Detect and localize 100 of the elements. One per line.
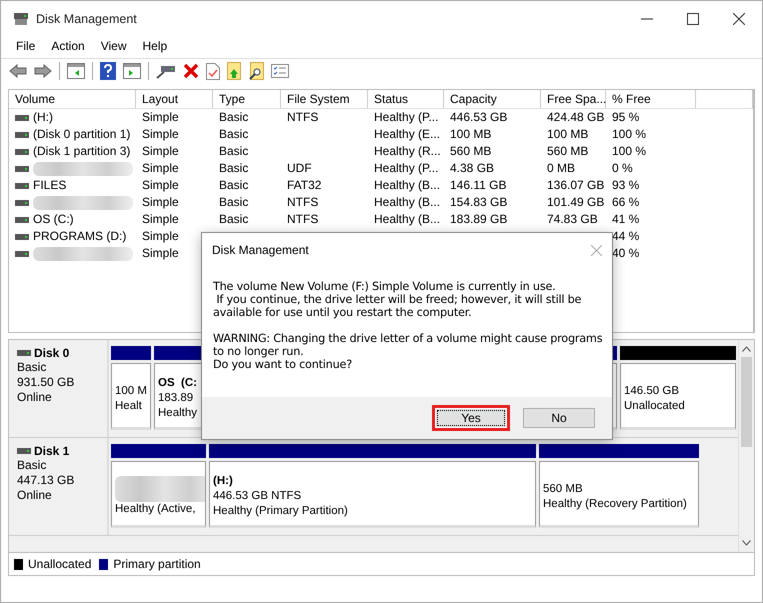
- table-cell: 424.48 GB: [547, 109, 604, 126]
- table-cell: Basic: [219, 211, 248, 228]
- dialog-title: Disk Management: [212, 243, 309, 257]
- disk-status: Online: [17, 390, 52, 405]
- table-cell: 66 %: [612, 194, 640, 211]
- menu-item[interactable]: Action: [43, 39, 93, 53]
- table-cell: NTFS: [287, 109, 318, 126]
- table-cell: 4.38 GB: [450, 160, 494, 177]
- drive-icon: [15, 182, 29, 188]
- drive-icon: [15, 148, 29, 154]
- partition-text: 146.50 GB: [624, 384, 679, 398]
- checklist-icon[interactable]: [271, 64, 289, 78]
- window-title: Disk Management: [36, 12, 137, 26]
- table-cell: Simple: [142, 126, 179, 143]
- scroll-down-icon[interactable]: [742, 540, 751, 546]
- table-cell: Basic: [219, 160, 248, 177]
- table-cell: FILES: [33, 177, 66, 194]
- table-cell: 93 %: [612, 177, 640, 194]
- help-icon[interactable]: [100, 62, 116, 80]
- close-icon[interactable]: [733, 13, 745, 25]
- table-cell: Healthy (P...: [374, 160, 438, 177]
- partition-text: 100 M: [115, 384, 147, 398]
- drive-icon: [15, 166, 29, 172]
- table-cell: 95 %: [612, 109, 640, 126]
- partition-header-bar: [111, 346, 151, 360]
- message-line: The volume New Volume (F:) Simple Volume is currently in use.: [213, 280, 556, 293]
- partition-text: OS (C:: [158, 376, 197, 391]
- table-cell: Simple: [142, 160, 179, 177]
- table-cell: NTFS: [287, 211, 318, 228]
- partition-text: Healthy (Recovery Partition): [543, 496, 687, 512]
- table-cell: Healthy (B...: [374, 194, 440, 211]
- disk-type: Basic: [17, 360, 46, 375]
- legend-label: Primary partition: [113, 557, 201, 571]
- forward-icon[interactable]: [34, 64, 52, 78]
- table-cell: Healthy (E...: [374, 126, 440, 143]
- table-cell: Healthy (B...: [374, 177, 440, 194]
- disk-type: Basic: [17, 458, 46, 473]
- table-cell: (Disk 1 partition 3): [33, 143, 130, 160]
- table-cell: Healthy (P...: [374, 109, 438, 126]
- dialog-button[interactable]: Yes: [435, 408, 507, 428]
- properties-icon[interactable]: [206, 62, 220, 80]
- folder-search-icon[interactable]: [248, 62, 264, 80]
- table-cell: 100 MB: [450, 126, 492, 143]
- table-cell: 0 %: [612, 160, 633, 177]
- action-pane-icon[interactable]: [123, 63, 141, 79]
- disk-size: 447.13 GB: [17, 473, 74, 488]
- table-cell: 100 %: [612, 143, 646, 160]
- table-cell: Simple: [142, 228, 179, 245]
- table-cell: 136.07 GB: [547, 177, 604, 194]
- scrollbar[interactable]: [738, 340, 754, 552]
- disk-name: Disk 1: [34, 444, 70, 458]
- message-line: available for use until you restart the computer.: [213, 306, 472, 319]
- legend-label: Unallocated: [28, 557, 92, 571]
- partition-text: Healthy (Active,: [115, 502, 196, 517]
- table-cell: 100 %: [612, 126, 646, 143]
- maximize-icon[interactable]: [687, 13, 699, 25]
- disk-status: Online: [17, 488, 52, 503]
- table-cell: 560 MB: [547, 143, 588, 160]
- table-cell: Basic: [219, 194, 248, 211]
- delete-icon[interactable]: [183, 63, 199, 79]
- table-cell: PROGRAMS (D:): [33, 228, 126, 245]
- menu-item[interactable]: View: [92, 39, 134, 53]
- partition-text: Healthy (Primary Partition): [213, 504, 348, 519]
- table-cell: 183.89 GB: [450, 211, 508, 228]
- table-cell: 101.49 GB: [547, 194, 604, 211]
- table-cell: Healthy (B...: [374, 211, 440, 228]
- drive-icon: [17, 448, 31, 454]
- disk-size: 931.50 GB: [17, 375, 74, 390]
- table-cell: Basic: [219, 109, 248, 126]
- table-cell: Basic: [219, 143, 248, 160]
- partition-text: 446.53 GB NTFS: [213, 489, 302, 504]
- table-cell: Simple: [142, 211, 179, 228]
- table-cell: OS (C:): [33, 211, 74, 228]
- table-cell: 446.53 GB: [450, 109, 508, 126]
- partition-text: Healthy: [158, 406, 197, 421]
- table-cell: 100 MB: [547, 126, 588, 143]
- message-line: Do you want to continue?: [213, 358, 352, 371]
- table-cell: Healthy (R...: [374, 143, 441, 160]
- partition-text: (H:): [213, 474, 233, 489]
- dialog-button[interactable]: No: [523, 408, 595, 428]
- table-cell: (Disk 0 partition 1): [33, 126, 130, 143]
- table-cell: Simple: [142, 109, 179, 126]
- table-cell: UDF: [287, 160, 312, 177]
- message-line: WARNING: Changing the drive letter of a volume might cause programs: [213, 332, 602, 345]
- message-line: to no longer run.: [213, 345, 304, 358]
- back-icon[interactable]: [9, 64, 27, 78]
- console-tree-icon[interactable]: [67, 63, 85, 79]
- drive-icon: [15, 132, 29, 138]
- message-line: If you continue, the drive letter will be freed; however, it will still be: [215, 293, 582, 306]
- partition-text: 560 MB: [543, 482, 583, 496]
- table-cell: Basic: [219, 177, 248, 194]
- table-cell: 44 %: [612, 228, 640, 245]
- table-cell: 0 MB: [547, 160, 576, 177]
- table-cell: (H:): [33, 109, 53, 126]
- scroll-up-icon[interactable]: [742, 346, 751, 352]
- menu-item[interactable]: File: [8, 39, 44, 53]
- drive-connect-icon[interactable]: [156, 63, 176, 79]
- partition-text: 183.89: [158, 391, 194, 406]
- disk-name: Disk 0: [34, 346, 70, 360]
- menu-item[interactable]: Help: [134, 39, 176, 53]
